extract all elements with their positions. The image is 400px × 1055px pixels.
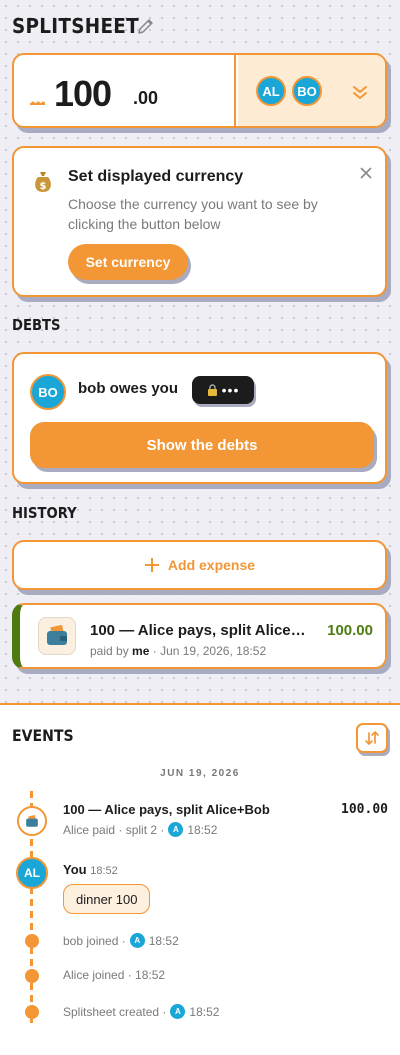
timeline-dot bbox=[25, 1005, 39, 1019]
show-debts-button[interactable]: Show the debts bbox=[30, 422, 374, 468]
event-meta: Splitsheet created · A 18:52 bbox=[63, 1004, 220, 1019]
lock-icon bbox=[207, 384, 217, 396]
add-expense-label: Add expense bbox=[167, 557, 256, 573]
debts-card: BO bob owes you ••• Show the debts bbox=[12, 352, 387, 484]
event-meta: Alice joined · 18:52 bbox=[63, 968, 166, 982]
plus-icon bbox=[144, 558, 159, 572]
avatar: BO bbox=[30, 374, 66, 410]
members-toggle[interactable]: AL BO bbox=[238, 55, 385, 126]
currency-card: $ Set displayed currency Choose the curr… bbox=[12, 146, 387, 297]
history-heading: HISTORY bbox=[12, 504, 77, 522]
balance-whole: 100 bbox=[54, 73, 112, 114]
expense-meta: paid by me · Jun 19, 2026, 18:52 bbox=[90, 644, 267, 658]
avatar: A bbox=[168, 822, 184, 837]
add-expense-button[interactable]: Add expense bbox=[12, 540, 387, 590]
sort-button[interactable] bbox=[356, 723, 388, 753]
timeline-dot bbox=[25, 969, 39, 983]
expense-item[interactable]: 100 — Alice pays, split Alice+Bob paid b… bbox=[12, 603, 387, 669]
page-title: SPLITSHEET bbox=[12, 14, 139, 38]
set-currency-button[interactable]: Set currency bbox=[68, 244, 188, 280]
debt-summary: bob owes you bbox=[78, 380, 179, 397]
events-panel bbox=[0, 705, 400, 1055]
expense-title: 100 — Alice pays, split Alice+Bob bbox=[90, 622, 314, 639]
masked-dots: ••• bbox=[221, 382, 240, 398]
currency-placeholder: ... bbox=[30, 85, 46, 110]
currency-card-title: Set displayed currency bbox=[68, 168, 244, 185]
avatar: AL bbox=[256, 76, 286, 106]
masked-amount[interactable]: ••• bbox=[192, 376, 254, 404]
avatar: A bbox=[129, 933, 145, 948]
close-icon[interactable] bbox=[359, 166, 373, 180]
wallet-icon bbox=[38, 617, 76, 655]
events-date: JUN 19, 2026 bbox=[160, 768, 240, 779]
expense-amount: 100.00 bbox=[327, 622, 373, 639]
svg-text:$: $ bbox=[40, 181, 47, 192]
avatar: AL bbox=[16, 857, 48, 889]
currency-card-description: Choose the currency you want to see by c… bbox=[68, 196, 318, 232]
message-author: You 18:52 bbox=[63, 862, 118, 877]
balance-card[interactable]: ... 100 .00 AL BO bbox=[12, 53, 387, 128]
event-meta: Alice paid · split 2 · A 18:52 bbox=[63, 822, 218, 837]
avatar: A bbox=[170, 1004, 186, 1019]
pencil-icon[interactable] bbox=[136, 16, 156, 36]
wallet-icon bbox=[17, 806, 47, 836]
money-bag-icon: $ bbox=[35, 172, 51, 192]
debts-heading: DEBTS bbox=[12, 316, 61, 334]
event-title: 100 — Alice pays, split Alice+Bob bbox=[63, 802, 270, 817]
event-amount: 100.00 bbox=[341, 802, 388, 817]
sort-icon bbox=[365, 731, 379, 745]
timeline-dot bbox=[25, 934, 39, 948]
balance-cents: .00 bbox=[133, 88, 159, 108]
message-bubble: dinner 100 bbox=[63, 884, 151, 914]
event-meta: bob joined · A 18:52 bbox=[63, 933, 179, 948]
avatar: BO bbox=[292, 76, 322, 106]
events-heading: EVENTS bbox=[12, 726, 74, 745]
chevron-down-icon bbox=[353, 86, 367, 99]
balance-amount: ... 100 .00 bbox=[14, 55, 236, 126]
